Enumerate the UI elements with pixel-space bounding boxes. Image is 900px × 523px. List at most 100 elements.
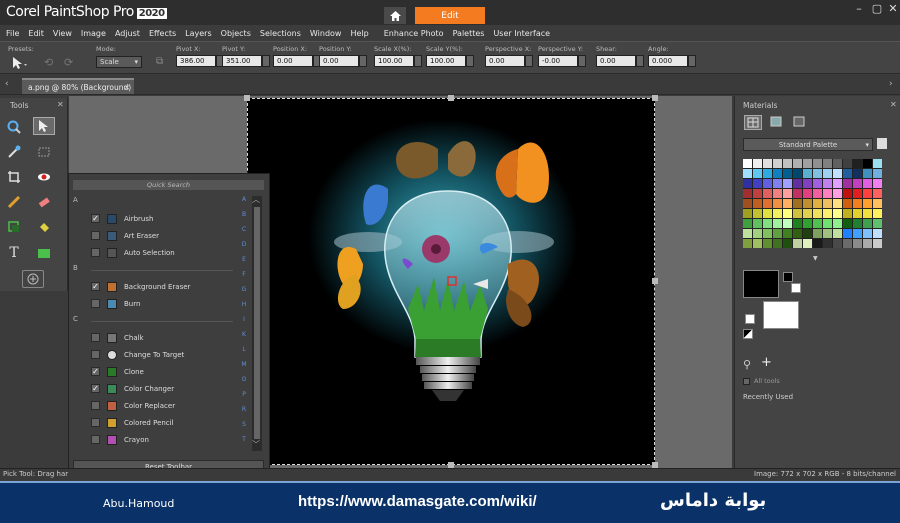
list-item[interactable]: Change To Target xyxy=(91,346,241,363)
alpha-index[interactable]: T xyxy=(240,436,248,443)
home-tab[interactable] xyxy=(384,7,406,24)
list-item[interactable]: Crayon xyxy=(91,431,241,448)
scroll-left-icon[interactable]: ‹ xyxy=(5,79,9,89)
color-swatch[interactable] xyxy=(803,159,812,168)
color-swatch[interactable] xyxy=(843,169,852,178)
color-swatch[interactable] xyxy=(853,199,862,208)
pivot-y-field[interactable]: 351.00 xyxy=(222,55,262,67)
chevron-down-icon[interactable]: ▼ xyxy=(813,255,818,262)
menu-edit[interactable]: Edit xyxy=(28,29,44,38)
color-swatch[interactable] xyxy=(833,189,842,198)
scrollbar-thumb[interactable] xyxy=(254,207,260,439)
color-swatch[interactable] xyxy=(873,229,882,238)
eyedropper-icon[interactable]: ⚲ xyxy=(743,358,751,371)
shear-field[interactable]: 0.00 xyxy=(596,55,636,67)
color-swatch[interactable] xyxy=(753,179,762,188)
frame-tab[interactable] xyxy=(744,115,762,130)
color-swatch[interactable] xyxy=(813,229,822,238)
all-tools-checkbox[interactable] xyxy=(743,378,750,385)
list-item[interactable]: Art Eraser xyxy=(91,227,241,244)
color-swatch[interactable] xyxy=(813,209,822,218)
alpha-index[interactable]: A xyxy=(240,196,248,203)
checkbox[interactable] xyxy=(91,248,100,257)
color-swatch[interactable] xyxy=(803,189,812,198)
add-icon[interactable]: + xyxy=(761,355,772,370)
checkbox[interactable] xyxy=(91,231,100,240)
color-swatch[interactable] xyxy=(753,189,762,198)
scale-y-spinner[interactable] xyxy=(466,55,474,67)
color-swatch[interactable] xyxy=(813,199,822,208)
chevron-up-icon[interactable]: ︿ xyxy=(252,194,260,205)
color-swatch[interactable] xyxy=(803,199,812,208)
scale-x-field[interactable]: 100.00 xyxy=(374,55,414,67)
color-swatch[interactable] xyxy=(793,209,802,218)
crop-icon[interactable] xyxy=(3,168,25,186)
close-icon[interactable]: ✕ xyxy=(886,2,900,16)
color-swatch[interactable] xyxy=(783,179,792,188)
menu-help[interactable]: Help xyxy=(350,29,368,38)
color-swatch[interactable] xyxy=(763,219,772,228)
color-swatch[interactable] xyxy=(743,169,752,178)
color-swatch[interactable] xyxy=(843,199,852,208)
menu-image[interactable]: Image xyxy=(81,29,106,38)
list-item[interactable]: ✓ Clone xyxy=(91,363,241,380)
color-swatch[interactable] xyxy=(833,179,842,188)
background-color[interactable] xyxy=(763,301,799,329)
checkbox[interactable] xyxy=(91,350,100,359)
chevron-down-icon[interactable]: ﹀ xyxy=(252,439,260,450)
alpha-index[interactable]: H xyxy=(240,301,248,308)
paint-brush-icon[interactable] xyxy=(3,193,25,211)
color-swatch[interactable] xyxy=(783,159,792,168)
fill-icon[interactable] xyxy=(33,218,55,236)
pick-tool-preset[interactable] xyxy=(12,56,28,72)
color-swatch[interactable] xyxy=(823,239,832,248)
color-swatch[interactable] xyxy=(873,209,882,218)
color-swatch[interactable] xyxy=(853,189,862,198)
small-bg-swatch[interactable] xyxy=(791,283,801,293)
color-swatch[interactable] xyxy=(833,199,842,208)
color-swatch[interactable] xyxy=(833,169,842,178)
color-swatch[interactable] xyxy=(793,199,802,208)
resize-handle[interactable] xyxy=(448,95,454,101)
color-swatch[interactable] xyxy=(743,189,752,198)
swap-colors-icon[interactable] xyxy=(745,314,755,324)
color-swatch[interactable] xyxy=(783,209,792,218)
perspective-x-spinner[interactable] xyxy=(525,55,533,67)
color-swatch[interactable] xyxy=(843,209,852,218)
close-tab-icon[interactable]: ✕ xyxy=(124,80,130,96)
zoom-icon[interactable] xyxy=(3,118,25,136)
alpha-index[interactable]: O xyxy=(240,376,248,383)
color-swatch[interactable] xyxy=(803,179,812,188)
position-y-field[interactable]: 0.00 xyxy=(319,55,359,67)
color-swatch[interactable] xyxy=(843,219,852,228)
color-swatch[interactable] xyxy=(773,209,782,218)
color-swatch[interactable] xyxy=(763,199,772,208)
color-swatch[interactable] xyxy=(823,189,832,198)
checkbox[interactable] xyxy=(91,333,100,342)
foreground-color[interactable] xyxy=(743,270,779,298)
color-swatch[interactable] xyxy=(763,209,772,218)
perspective-y-spinner[interactable] xyxy=(578,55,586,67)
list-item[interactable]: Color Replacer xyxy=(91,397,241,414)
color-swatch[interactable] xyxy=(813,219,822,228)
checkbox[interactable] xyxy=(91,435,100,444)
checkbox-checked[interactable]: ✓ xyxy=(91,367,100,376)
color-swatch[interactable] xyxy=(863,179,872,188)
menu-layers[interactable]: Layers xyxy=(185,29,211,38)
color-swatch[interactable] xyxy=(743,239,752,248)
pick-tool-button[interactable] xyxy=(33,117,55,135)
color-swatch[interactable] xyxy=(863,209,872,218)
list-item[interactable]: Chalk xyxy=(91,329,241,346)
color-swatch[interactable] xyxy=(793,159,802,168)
color-swatch[interactable] xyxy=(783,169,792,178)
list-item[interactable]: Colored Pencil xyxy=(91,414,241,431)
restore-icon[interactable]: ▢ xyxy=(870,2,884,16)
color-swatch[interactable] xyxy=(873,199,882,208)
text-icon[interactable]: T xyxy=(3,244,25,262)
color-swatch[interactable] xyxy=(843,179,852,188)
color-swatch[interactable] xyxy=(843,189,852,198)
undo-icon[interactable]: ⟳ xyxy=(64,56,73,69)
color-swatch[interactable] xyxy=(753,199,762,208)
color-swatch[interactable] xyxy=(863,169,872,178)
color-swatch[interactable] xyxy=(763,179,772,188)
